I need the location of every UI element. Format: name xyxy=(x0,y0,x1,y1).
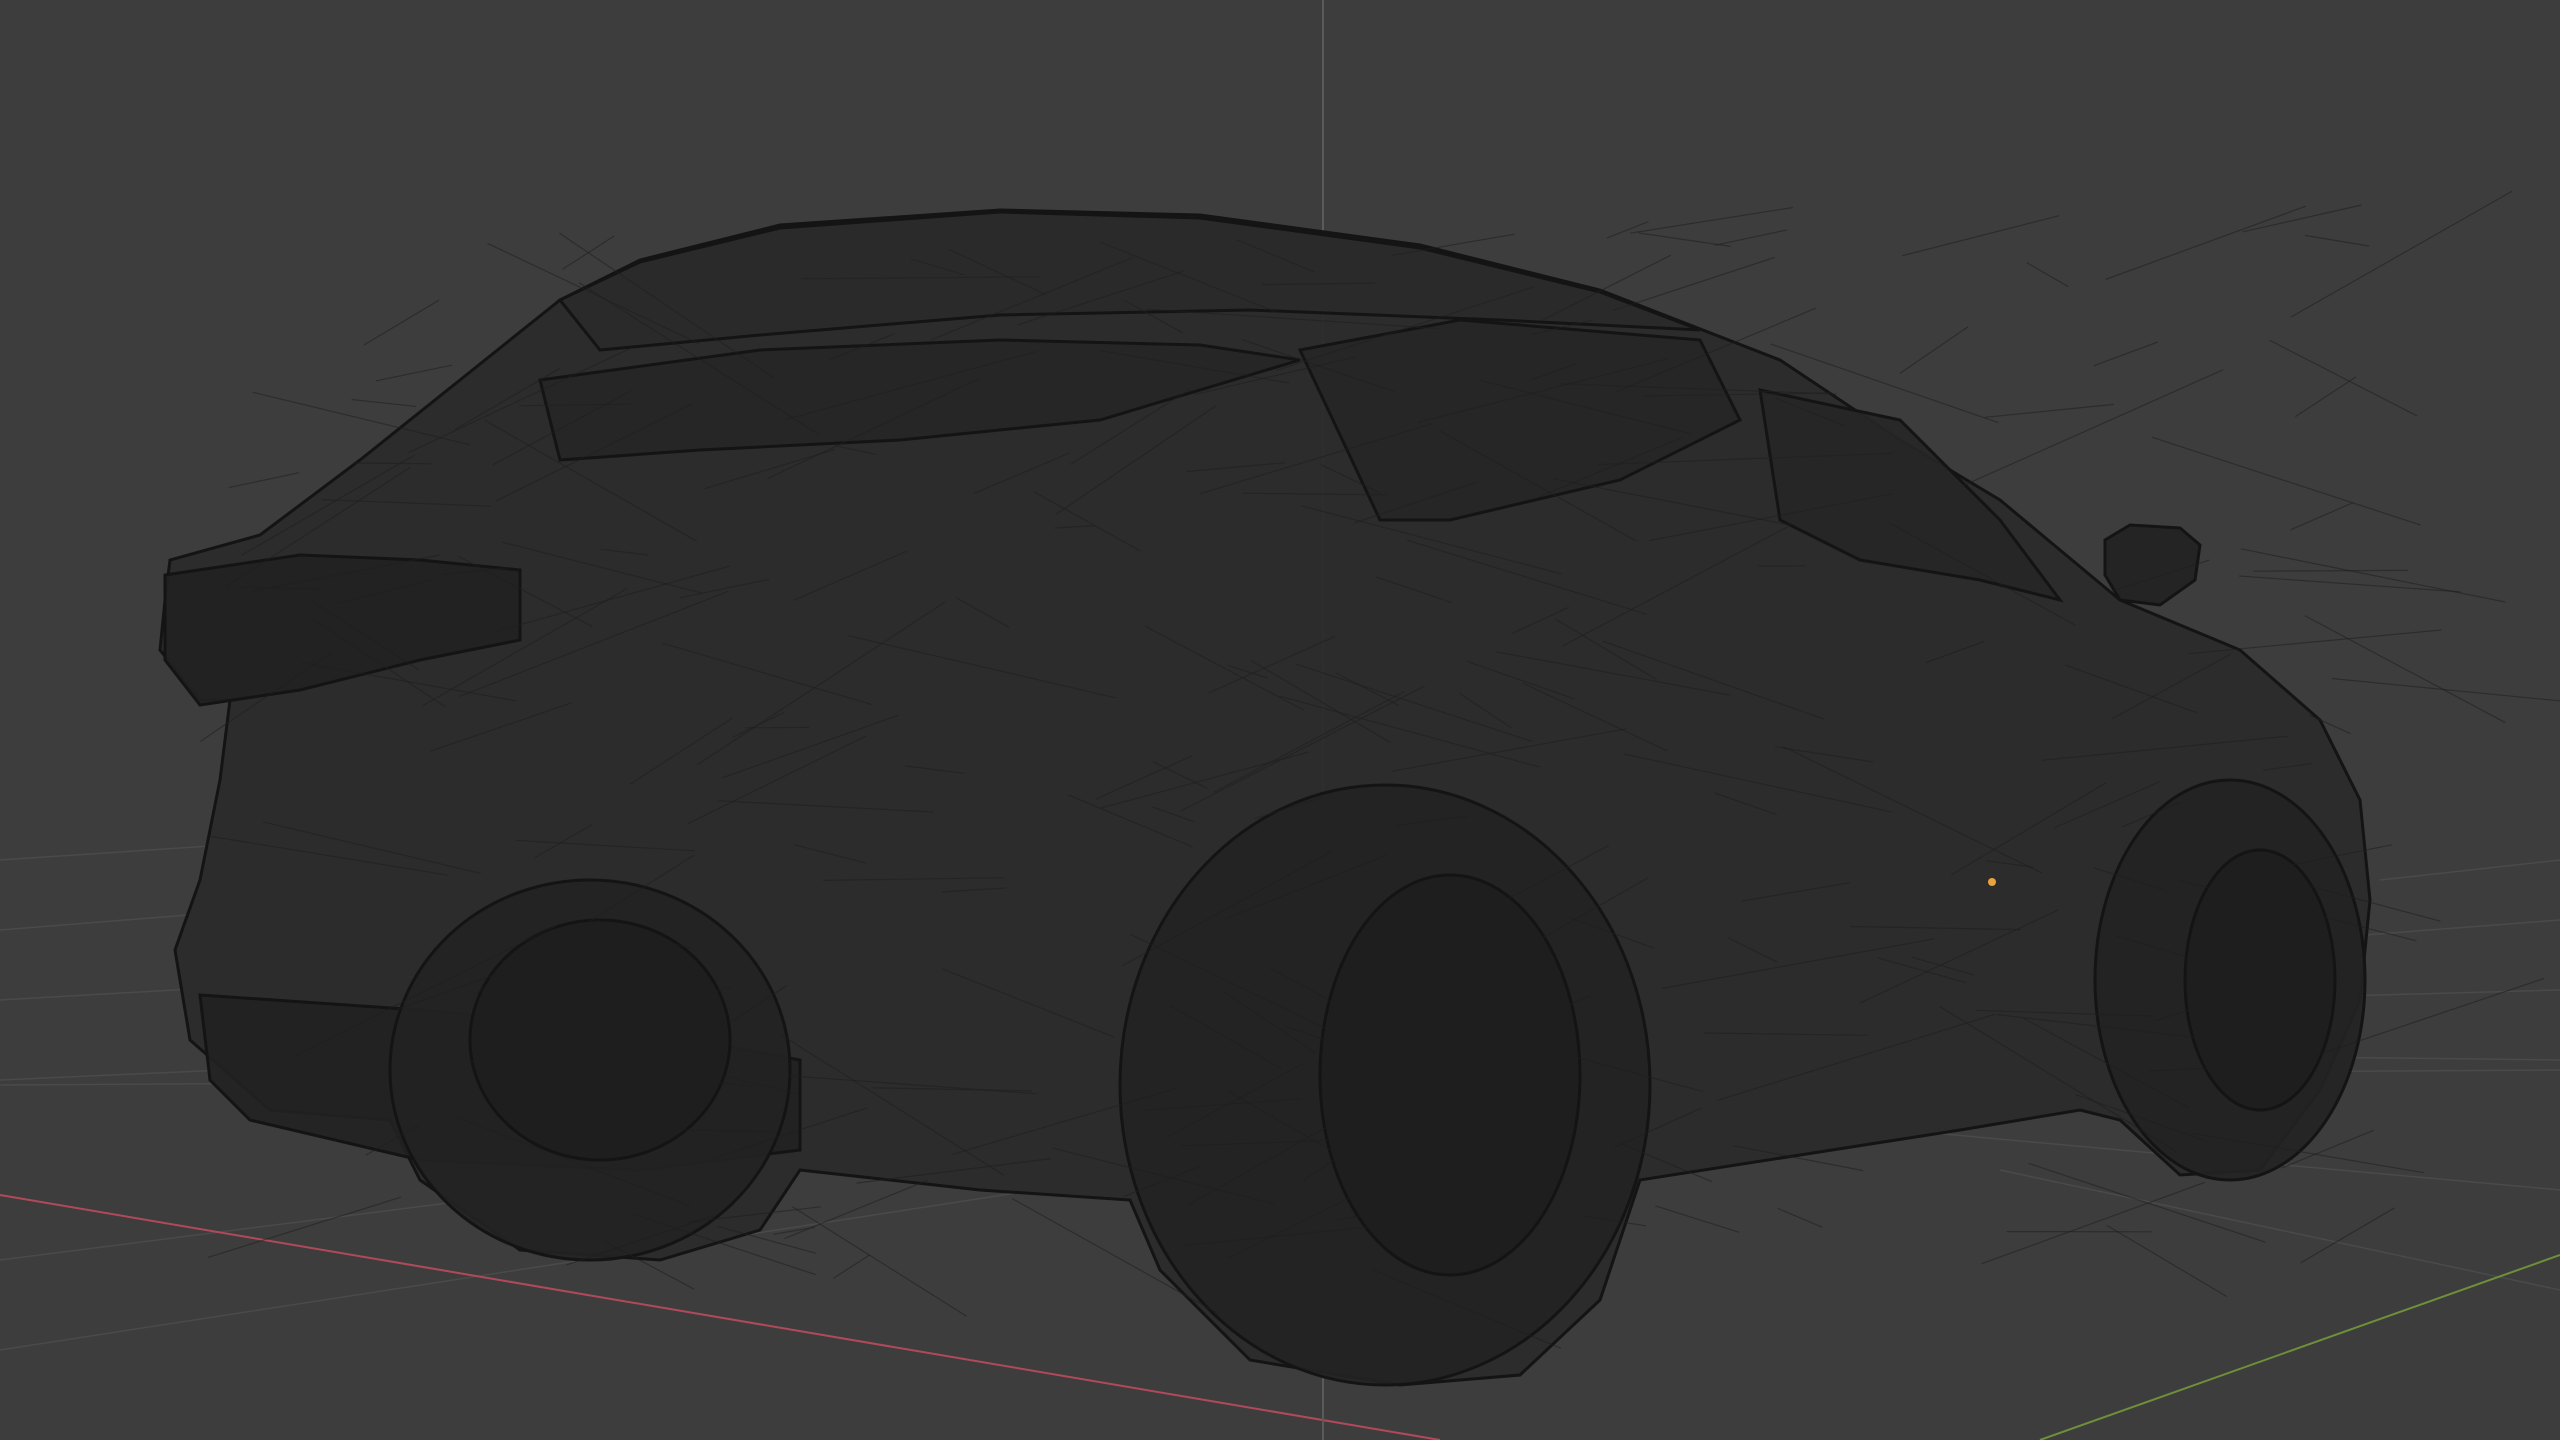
grid-line xyxy=(1999,1169,2560,1291)
mesh-edge xyxy=(2242,204,2362,233)
mesh-edge xyxy=(2295,376,2357,418)
mesh-edge xyxy=(2240,548,2506,603)
rear-left-wheel[interactable] xyxy=(388,878,792,1262)
mesh-edge xyxy=(351,398,416,408)
mesh-edge xyxy=(1984,403,2114,418)
mesh-edge xyxy=(1981,1181,2206,1265)
mesh-edge xyxy=(2239,575,2461,593)
viewport-scene[interactable] xyxy=(0,0,2560,1440)
mesh-edge xyxy=(2106,1224,2228,1298)
grid-line xyxy=(2379,859,2560,881)
3d-viewport[interactable] xyxy=(0,0,2560,1440)
mesh-edge xyxy=(2304,234,2369,247)
mesh-edge xyxy=(2105,205,2307,281)
mesh-edge xyxy=(1777,1207,1823,1228)
mesh-edge xyxy=(1901,215,2060,257)
mesh-edge xyxy=(2269,339,2418,417)
mesh-edge xyxy=(207,1196,401,1258)
mesh-edge xyxy=(363,299,440,346)
mesh-edge xyxy=(1963,369,2224,487)
mesh-edge xyxy=(832,1254,871,1280)
mesh-edge xyxy=(1899,326,1969,374)
mesh-edge xyxy=(2093,341,2159,367)
side-mirror xyxy=(2103,523,2202,607)
object-origin-point[interactable] xyxy=(1988,878,1996,886)
mesh-edge xyxy=(2253,569,2408,572)
mesh-edge xyxy=(2290,502,2354,531)
mesh-edge xyxy=(1613,256,1775,311)
mesh-edge xyxy=(1606,220,1649,239)
mesh-edge xyxy=(375,364,453,382)
y-axis-line xyxy=(2039,1254,2560,1440)
front-right-wheel[interactable] xyxy=(2093,778,2367,1182)
rear-right-wheel[interactable] xyxy=(1118,783,1652,1387)
mesh-edge xyxy=(792,1206,967,1317)
mesh-edge xyxy=(1714,229,1788,246)
mesh-edge xyxy=(1638,232,1731,247)
mesh-edge xyxy=(2151,436,2421,526)
mesh-edge xyxy=(1655,1205,1740,1233)
mesh-edge xyxy=(2300,1207,2395,1264)
car-wireframe-model[interactable] xyxy=(158,190,2560,1387)
mesh-edge xyxy=(2188,629,2442,655)
mesh-edge xyxy=(2290,190,2513,318)
mesh-edge xyxy=(2304,615,2506,724)
mesh-edge xyxy=(2026,262,2069,288)
mesh-edge xyxy=(228,472,300,489)
mesh-edge xyxy=(1630,206,1793,234)
mesh-edge xyxy=(2331,677,2560,702)
